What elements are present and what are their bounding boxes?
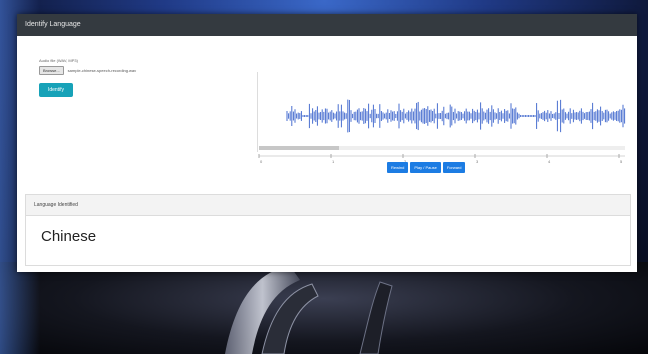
scrollbar-thumb[interactable] <box>259 146 339 150</box>
app-window: Identify Language Audio file (WAV, MP3) … <box>17 14 637 272</box>
identify-button[interactable]: Identify <box>39 83 73 97</box>
headphone-image <box>225 266 393 354</box>
play-pause-button[interactable]: Play / Pause <box>410 162 441 173</box>
file-name: sample-chinese-speech-recording.wav <box>67 68 137 73</box>
timeline-tick-label: 3 <box>476 159 479 164</box>
timeline-tick-label: 5 <box>620 159 623 164</box>
app-title: Identify Language <box>17 14 637 36</box>
timeline-tick-label: 1 <box>332 159 335 164</box>
file-label: Audio file (WAV, MP3) <box>39 58 78 63</box>
rewind-button[interactable]: Rewind <box>387 162 409 173</box>
player-controls: Rewind Play / Pause Forward <box>387 162 466 173</box>
result-card: Language Identified Chinese <box>25 194 631 266</box>
forward-button[interactable]: Forward <box>442 162 466 173</box>
upload-panel: Audio file (WAV, MP3) Browse... sample-c… <box>39 58 136 97</box>
waveform-player[interactable]: 012345 <box>257 72 627 164</box>
file-input-row[interactable]: Browse... sample-chinese-speech-recordin… <box>39 66 136 75</box>
result-header: Language Identified <box>26 195 630 216</box>
browse-button[interactable]: Browse... <box>39 66 64 75</box>
identified-language: Chinese <box>41 228 97 245</box>
timeline-tick-label: 0 <box>260 159 263 164</box>
waveform <box>286 99 626 133</box>
waveform-svg[interactable]: 012345 <box>257 72 627 164</box>
timeline-tick-label: 4 <box>548 159 551 164</box>
